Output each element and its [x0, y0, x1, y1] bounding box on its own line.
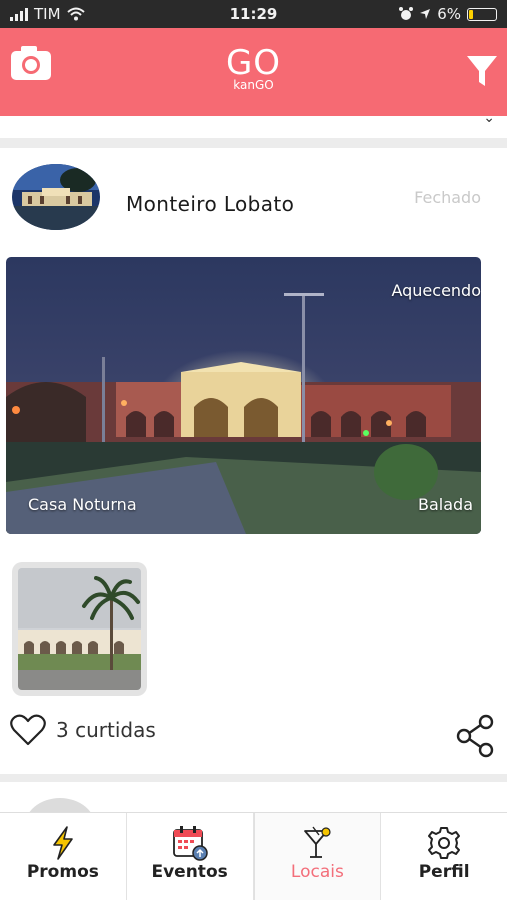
tab-label: Locais — [290, 862, 344, 882]
alarm-icon — [399, 7, 414, 20]
location-arrow-icon — [420, 9, 431, 19]
tab-locais[interactable]: Locais — [253, 813, 382, 900]
place-avatar[interactable] — [12, 164, 100, 230]
share-icon[interactable] — [455, 714, 495, 758]
tab-eventos[interactable]: Eventos — [127, 813, 254, 900]
tab-bar: Promos Eventos Locais Perfil — [0, 812, 507, 900]
photo-tag-top: Aquecendo — [391, 281, 481, 300]
heart-icon[interactable] — [10, 714, 46, 746]
battery-icon — [467, 7, 497, 21]
cocktail-icon — [304, 826, 331, 858]
calendar-icon — [172, 826, 208, 861]
filter-icon[interactable] — [465, 53, 499, 89]
photo-thumbnail[interactable] — [12, 562, 147, 696]
chevron-down-icon[interactable]: ⌄ — [483, 116, 495, 126]
tab-label: Eventos — [151, 862, 228, 882]
photo-tag-type: Casa Noturna — [28, 495, 137, 514]
tab-label: Perfil — [418, 862, 470, 882]
battery-percent: 6% — [437, 5, 461, 23]
places-feed[interactable]: ⌄ Monteiro Lobato Fechado Aquecendo Casa… — [0, 116, 507, 812]
tab-promos[interactable]: Promos — [0, 813, 127, 900]
logo-main: GO — [225, 43, 282, 83]
logo-sub: kanGO — [233, 78, 274, 92]
tab-perfil[interactable]: Perfil — [381, 813, 507, 900]
previous-card: ⌄ — [0, 116, 507, 138]
next-place-card[interactable] — [0, 782, 507, 812]
thumbnail-image — [18, 568, 141, 690]
likes-row: 3 curtidas — [10, 714, 156, 746]
likes-count: 3 curtidas — [56, 718, 156, 742]
app-header: GO kanGO — [0, 28, 507, 116]
place-photo[interactable]: Aquecendo Casa Noturna Balada — [6, 257, 481, 534]
lightning-icon — [53, 826, 73, 860]
tab-label: Promos — [26, 862, 99, 882]
place-card[interactable]: Monteiro Lobato Fechado Aquecendo Casa N… — [0, 148, 507, 774]
app-logo: GO kanGO — [0, 46, 507, 92]
place-avatar[interactable] — [24, 798, 96, 812]
place-name[interactable]: Monteiro Lobato — [126, 192, 294, 216]
status-bar: TIM 11:29 6% — [0, 0, 507, 28]
open-status: Fechado — [414, 188, 481, 207]
gear-icon — [428, 827, 461, 859]
photo-tag-category: Balada — [418, 495, 473, 514]
